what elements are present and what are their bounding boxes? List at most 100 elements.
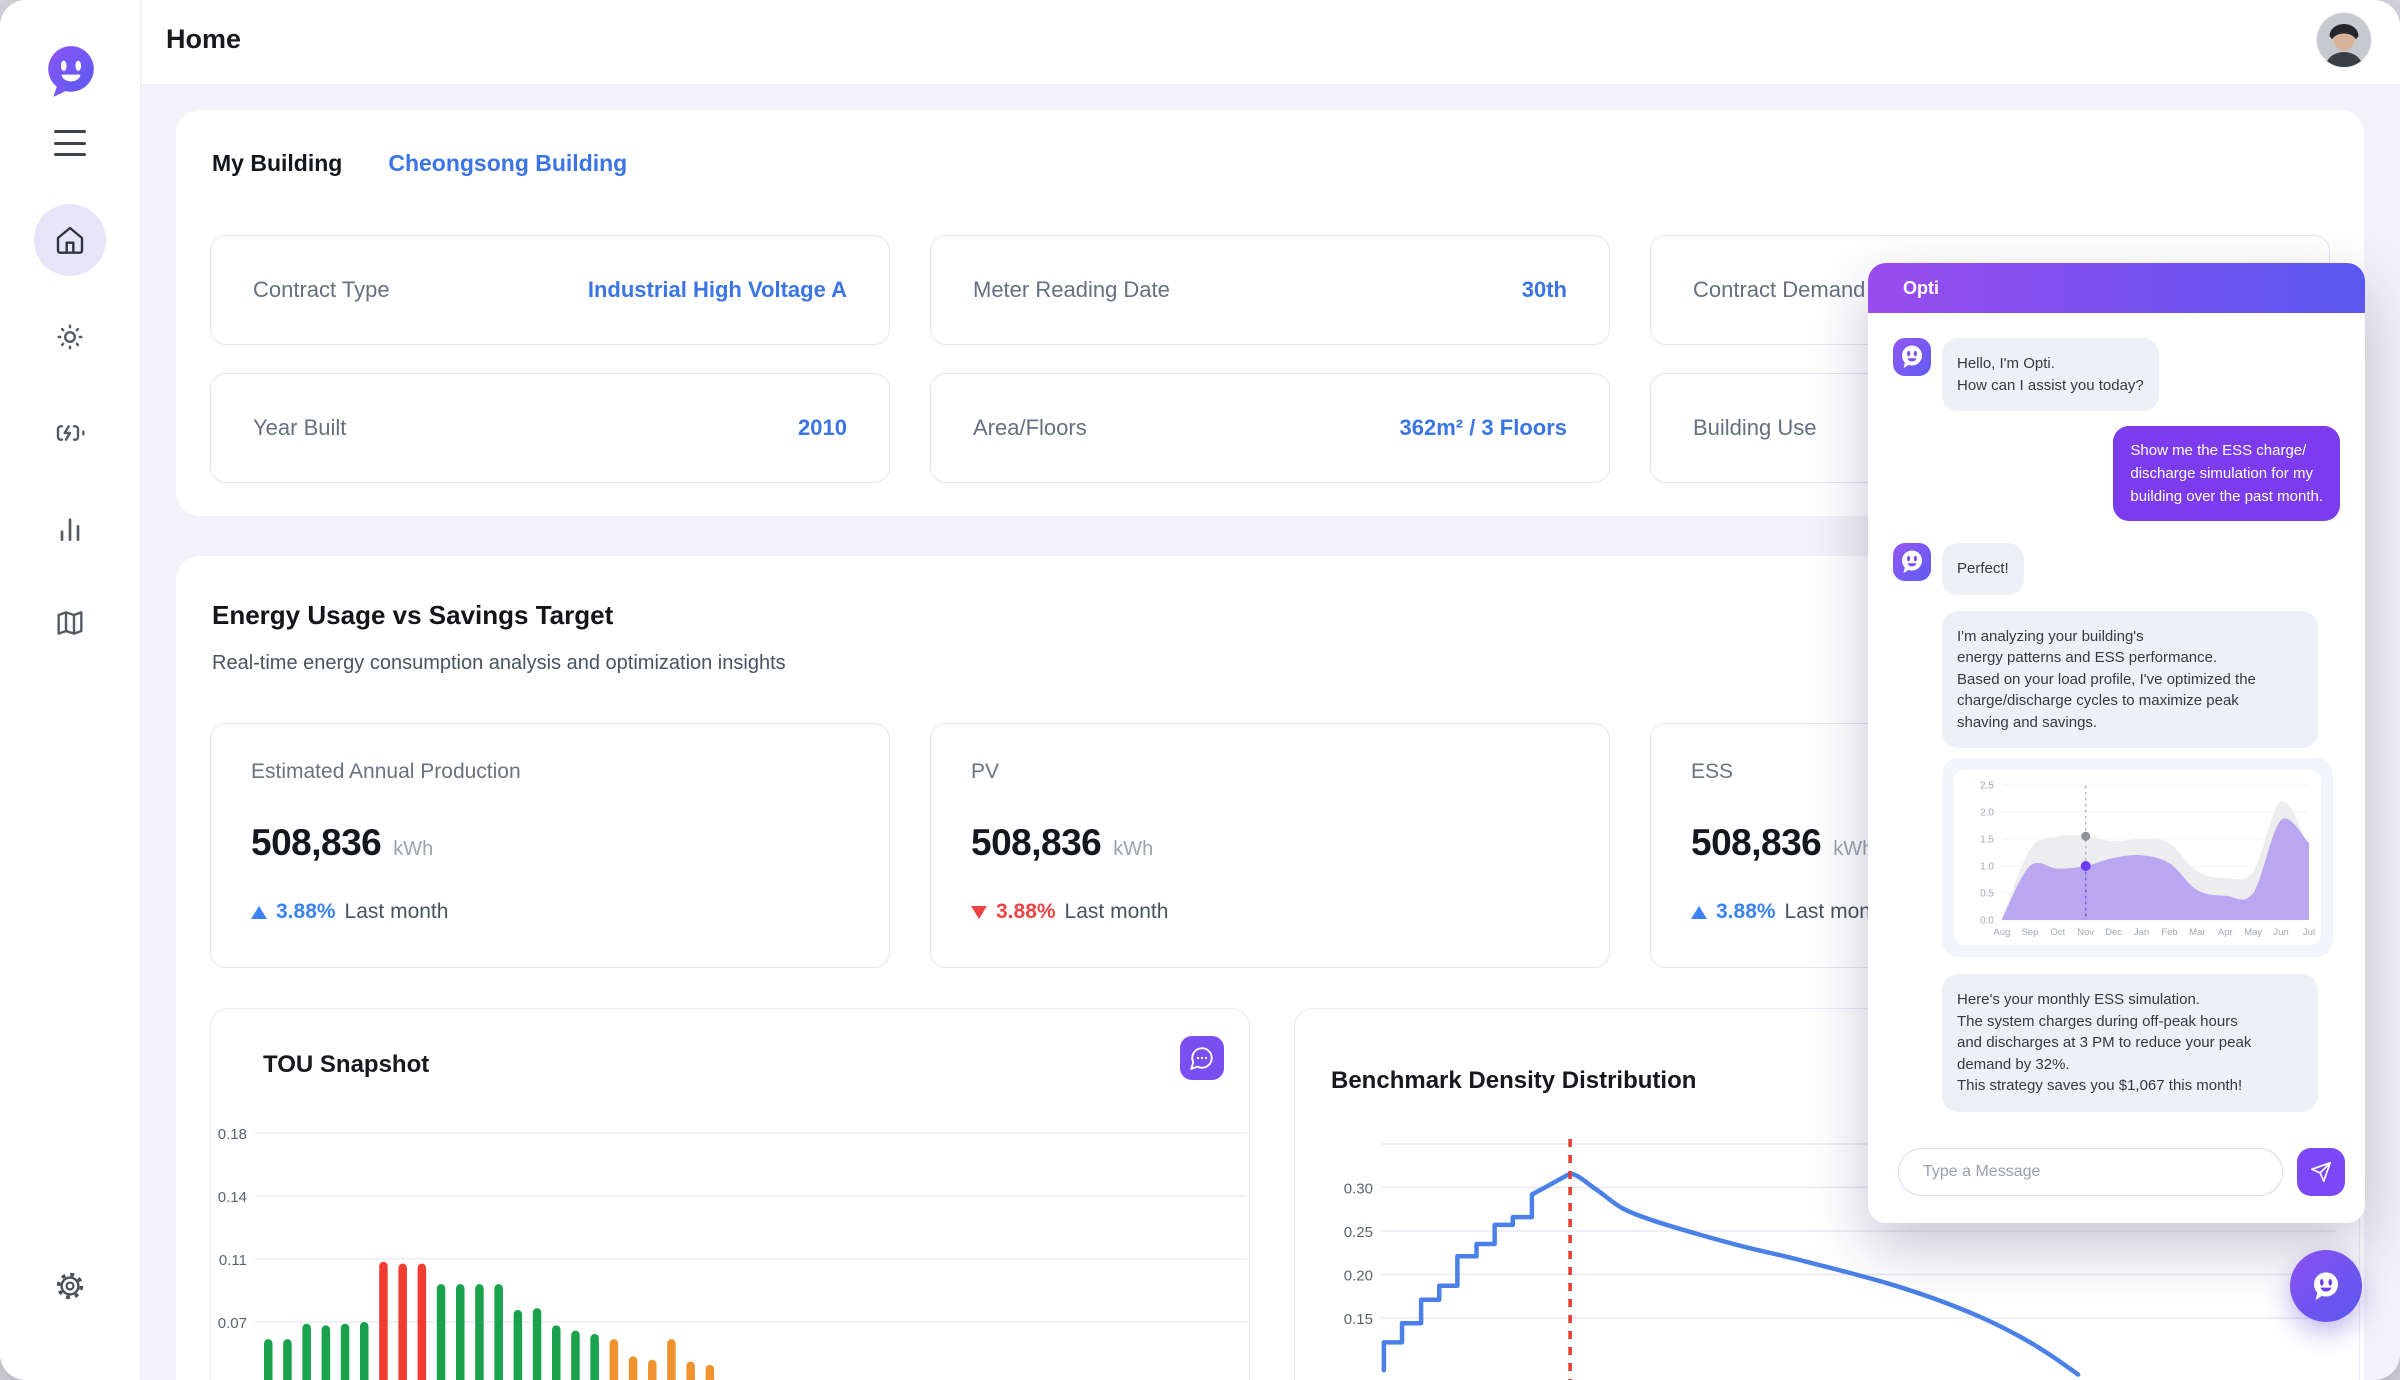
energy-section-title: Energy Usage vs Savings Target: [212, 600, 613, 631]
opti-chat-panel: Opti Hello, I'm Opti. How can I assist y…: [1868, 263, 2365, 1223]
svg-text:1.5: 1.5: [1980, 835, 1994, 846]
benchmark-chart-title: Benchmark Density Distribution: [1331, 1067, 1696, 1095]
svg-text:0.14: 0.14: [218, 1189, 247, 1206]
sidebar-item-map[interactable]: [34, 587, 106, 659]
svg-text:0.15: 0.15: [1344, 1311, 1373, 1328]
kpi-unit: kWh: [393, 838, 433, 861]
kpi-delta-period: Last month: [345, 900, 449, 924]
svg-text:Dec: Dec: [2105, 927, 2122, 938]
user-avatar[interactable]: [2317, 13, 2371, 67]
chat-message-input[interactable]: [1898, 1148, 2283, 1196]
kpi-delta-pct: 3.88%: [1716, 900, 1776, 924]
kpi-card-estimated-annual-production: Estimated Annual Production 508,836 kWh 3…: [210, 723, 890, 968]
chat-bubble-text: Show me the ESS charge/ discharge simula…: [2113, 426, 2340, 521]
kpi-value: 508,836: [251, 822, 381, 864]
ask-opti-button[interactable]: [1180, 1036, 1224, 1080]
svg-text:2.5: 2.5: [1980, 781, 1994, 792]
svg-text:0.0: 0.0: [1980, 916, 1994, 927]
battery-charging-icon: [54, 417, 86, 449]
send-message-button[interactable]: [2297, 1148, 2345, 1196]
kpi-label: PV: [971, 760, 999, 784]
section-title-my-building: My Building: [212, 150, 342, 177]
chat-smiley-icon: [2305, 1265, 2347, 1307]
chat-message-user: Show me the ESS charge/ discharge simula…: [1893, 426, 2340, 521]
home-icon: [54, 224, 86, 256]
chat-message-bot: Hello, I'm Opti. How can I assist you to…: [1893, 338, 2340, 411]
svg-text:0.25: 0.25: [1344, 1224, 1373, 1241]
info-label: Contract Demand: [1693, 277, 1865, 303]
sidebar-item-settings[interactable]: [34, 1250, 106, 1322]
tou-snapshot-card: TOU Snapshot 0.18 0.14 0.11 0.07: [210, 1008, 1250, 1380]
ess-simulation-chart-card: 2.52.01.51.00.50.0AugSepOctNovDecJanFebM…: [1942, 758, 2333, 957]
svg-text:May: May: [2244, 927, 2262, 938]
info-label: Contract Type: [253, 277, 390, 303]
kpi-label: Estimated Annual Production: [251, 760, 521, 784]
kpi-delta-period: Last month: [1065, 900, 1169, 924]
sidebar-item-home[interactable]: [34, 204, 106, 276]
chat-bubble-text: Perfect!: [1942, 543, 2024, 595]
topbar: Home: [140, 0, 2400, 85]
page-title: Home: [166, 24, 241, 55]
info-value: Industrial High Voltage A: [588, 277, 847, 303]
menu-toggle-icon[interactable]: [54, 130, 86, 156]
delta-arrow-icon: [251, 906, 267, 919]
chat-title: Opti: [1903, 278, 1939, 299]
svg-text:Jan: Jan: [2134, 927, 2149, 938]
svg-text:0.07: 0.07: [218, 1315, 247, 1332]
info-card-contract-type: Contract Type Industrial High Voltage A: [210, 235, 890, 345]
sun-icon: [54, 321, 86, 353]
chat-message-bot: Perfect!: [1893, 543, 2340, 595]
svg-text:0.11: 0.11: [219, 1252, 247, 1269]
info-label: Year Built: [253, 415, 346, 441]
svg-text:Mar: Mar: [2189, 927, 2205, 938]
kpi-card-pv: PV 508,836kWh 3.88%Last month: [930, 723, 1610, 968]
chat-bubble-icon: [1189, 1045, 1215, 1071]
info-value: 362m² / 3 Floors: [1399, 415, 1567, 441]
open-chat-fab[interactable]: [2290, 1250, 2362, 1322]
kpi-value: 508,836: [1691, 822, 1821, 864]
bar-chart-icon: [54, 513, 86, 545]
svg-text:0.5: 0.5: [1980, 889, 1994, 900]
chat-header[interactable]: Opti: [1868, 263, 2365, 313]
svg-text:Aug: Aug: [1994, 927, 2011, 938]
info-label: Meter Reading Date: [973, 277, 1170, 303]
sidebar-item-solar[interactable]: [34, 301, 106, 373]
svg-text:Feb: Feb: [2161, 927, 2177, 938]
svg-text:Jun: Jun: [2273, 927, 2288, 938]
opti-avatar-icon: [1893, 338, 1931, 376]
tou-bar-chart: 0.18 0.14 0.11 0.07: [211, 1109, 1251, 1380]
opti-avatar-icon: [1893, 543, 1931, 581]
building-name-link[interactable]: Cheongsong Building: [388, 150, 627, 177]
chat-bubble-text: Here's your monthly ESS simulation. The …: [1942, 974, 2318, 1112]
chat-bubble-text: Hello, I'm Opti. How can I assist you to…: [1942, 338, 2159, 411]
kpi-label: ESS: [1691, 760, 1733, 784]
svg-text:Oct: Oct: [2050, 927, 2065, 938]
opti-logo-icon[interactable]: [42, 42, 100, 100]
kpi-delta-pct: 3.88%: [276, 900, 336, 924]
app-window: Home My Building Cheongsong Building Con…: [0, 0, 2400, 1380]
svg-text:0.18: 0.18: [218, 1126, 247, 1143]
info-value: 2010: [798, 415, 847, 441]
info-card-area-floors: Area/Floors 362m² / 3 Floors: [930, 373, 1610, 483]
kpi-value: 508,836: [971, 822, 1101, 864]
energy-section-subtitle: Real-time energy consumption analysis an…: [212, 652, 786, 675]
sidebar: [0, 0, 141, 1380]
svg-text:Apr: Apr: [2218, 927, 2233, 938]
chat-bubble-text: I'm analyzing your building's energy pat…: [1942, 611, 2318, 749]
svg-text:0.20: 0.20: [1344, 1268, 1373, 1285]
map-icon: [54, 607, 86, 639]
info-value: 30th: [1522, 277, 1567, 303]
svg-text:2.0: 2.0: [1980, 808, 1994, 819]
tou-chart-title: TOU Snapshot: [263, 1051, 429, 1079]
info-card-year-built: Year Built 2010: [210, 373, 890, 483]
delta-arrow-icon: [971, 906, 987, 919]
chat-input-row: [1898, 1148, 2345, 1196]
send-icon: [2310, 1161, 2332, 1183]
svg-text:0.30: 0.30: [1344, 1181, 1373, 1198]
chat-message-list: Hello, I'm Opti. How can I assist you to…: [1868, 313, 2365, 1223]
sidebar-item-battery[interactable]: [34, 397, 106, 469]
ess-simulation-area-chart: 2.52.01.51.00.50.0AugSepOctNovDecJanFebM…: [1954, 770, 2321, 945]
kpi-delta-pct: 3.88%: [996, 900, 1056, 924]
info-label: Area/Floors: [973, 415, 1087, 441]
sidebar-item-stats[interactable]: [34, 493, 106, 565]
